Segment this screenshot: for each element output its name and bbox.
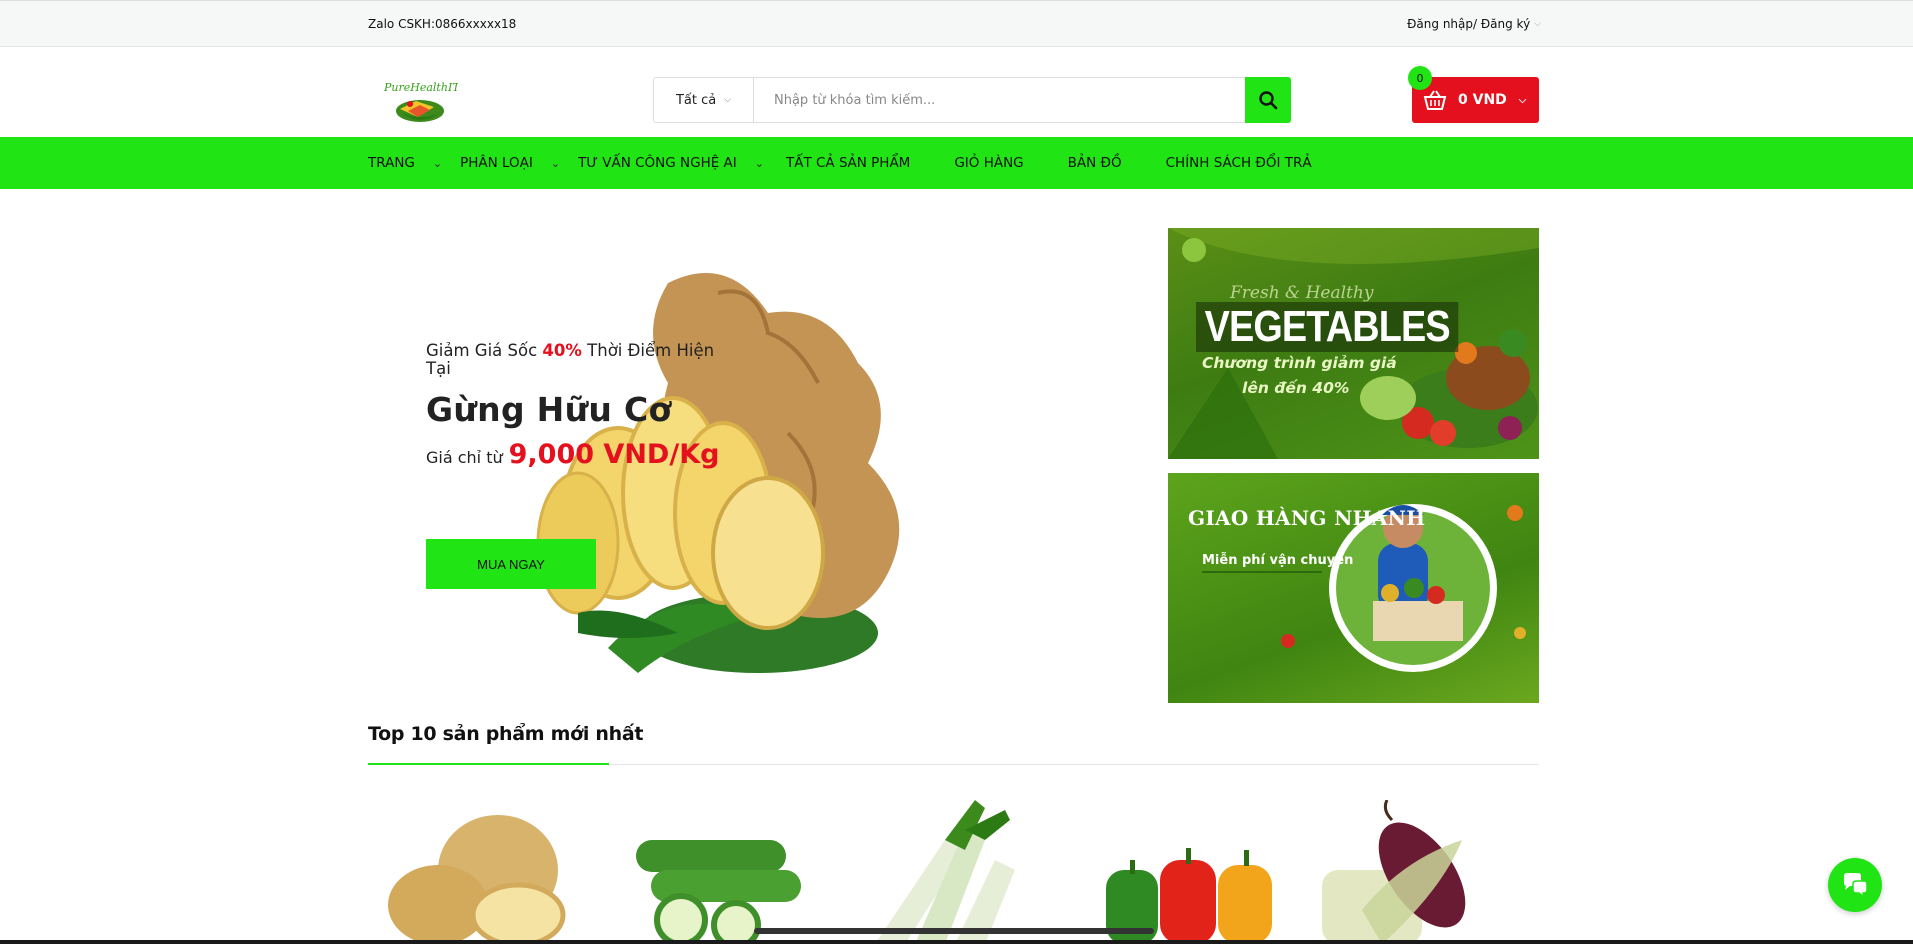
hero-product-name: Gừng Hữu Cơ	[426, 390, 672, 429]
chevron-down-icon: ⌵	[724, 95, 732, 105]
nav-item-label: TRANG	[368, 155, 415, 171]
nav-item-return-policy[interactable]: CHÍNH SÁCH ĐỔI TRẢ	[1166, 155, 1312, 171]
search-category-label: Tất cả	[675, 92, 717, 108]
hero-price-label: Giá chỉ từ	[426, 448, 503, 467]
hero-price-row: Giá chỉ từ 9,000 VND/Kg	[426, 439, 726, 470]
chevron-down-icon: ⌄	[550, 156, 561, 170]
chevron-down-icon: ⌵	[1534, 19, 1541, 29]
buy-now-button[interactable]: MUA NGAY	[426, 539, 596, 589]
nav-item-tu-van-ai[interactable]: TƯ VẤN CÔNG NGHỆ AI ⌄	[578, 155, 786, 171]
section-title: Top 10 sản phẩm mới nhất	[368, 723, 644, 745]
horizontal-scrollbar[interactable]	[754, 928, 1154, 934]
nav-item-cart[interactable]: GIỎ HÀNG	[954, 155, 1023, 171]
hero-price: 9,000 VND/Kg	[508, 439, 720, 470]
nav-item-label: BẢN ĐỒ	[1067, 155, 1122, 171]
header: PureHealthIT Tất cả ⌵ 0 VND ⌵	[0, 47, 1913, 137]
purple-corn-image	[1322, 800, 1466, 944]
search-icon	[1259, 91, 1278, 110]
cart-count-badge: 0	[1408, 66, 1432, 90]
potato-image	[388, 815, 566, 944]
nav-item-label: PHÂN LOẠI	[460, 155, 533, 171]
vegetables-tagline: Fresh & Healthy	[1230, 283, 1374, 303]
delivery-title: GIAO HÀNG NHANH	[1188, 506, 1426, 530]
vegetables-line2: lên đến 40%	[1242, 379, 1350, 397]
section-divider-accent	[368, 763, 609, 765]
chevron-down-icon: ⌵	[1518, 94, 1527, 106]
delivery-underline	[1202, 571, 1322, 573]
bottom-edge	[0, 940, 1913, 944]
product-card-leek[interactable]	[855, 800, 1050, 944]
nav-item-label: TƯ VẤN CÔNG NGHỆ AI	[578, 155, 737, 171]
product-card-bell-pepper[interactable]	[1100, 800, 1280, 944]
chat-button[interactable]	[1828, 858, 1882, 912]
search-input[interactable]	[754, 78, 1245, 122]
product-card-potato[interactable]	[378, 800, 584, 944]
ginger-image	[536, 273, 900, 673]
search-category-select[interactable]: Tất cả ⌵	[654, 78, 754, 122]
bell-pepper-image	[1106, 848, 1272, 944]
main-nav: TRANG ⌄ PHÂN LOẠI ⌄ TƯ VẤN CÔNG NGHỆ AI …	[0, 137, 1913, 189]
chat-bubble-icon	[1844, 873, 1868, 899]
basket-icon	[1423, 90, 1447, 110]
vegetables-promo-banner[interactable]: Fresh & Healthy VEGETABLES Chương trình …	[1168, 228, 1539, 459]
nav-item-all-products[interactable]: TẤT CẢ SẢN PHẨM	[786, 155, 910, 171]
hero-promo-prefix: Giảm Giá Sốc	[426, 341, 543, 360]
nav-item-label: CHÍNH SÁCH ĐỔI TRẢ	[1165, 155, 1312, 171]
site-logo[interactable]: PureHealthIT	[380, 77, 461, 127]
chevron-down-icon: ⌄	[754, 156, 764, 170]
product-card-cucumber[interactable]	[626, 800, 806, 944]
top-bar: Zalo CSKH:0866xxxxx18 Đăng nhập/ Đăng ký…	[0, 0, 1913, 47]
hero-promo-percent: 40%	[542, 341, 582, 360]
leek-image	[875, 800, 1015, 944]
product-card-purple-corn[interactable]	[1322, 800, 1502, 944]
chevron-down-icon: ⌄	[432, 156, 443, 170]
hotline-text: Zalo CSKH:0866xxxxx18	[368, 17, 517, 31]
vegetables-title: VEGETABLES	[1196, 302, 1459, 352]
logo-text: PureHealthIT	[383, 81, 458, 94]
hero-promo: Giảm Giá Sốc 40% Thời Điểm Hiện Tại	[426, 342, 726, 378]
hero-text: Giảm Giá Sốc 40% Thời Điểm Hiện Tại Gừng…	[426, 342, 726, 471]
nav-item-trang[interactable]: TRANG ⌄	[368, 155, 460, 171]
vegetables-line1: Chương trình giảm giá	[1202, 354, 1397, 372]
cart-total: 0 VND	[1458, 92, 1507, 108]
nav-item-phan-loai[interactable]: PHÂN LOẠI ⌄	[460, 155, 578, 171]
nav-item-map[interactable]: BẢN ĐỒ	[1068, 155, 1122, 171]
nav-item-label: GIỎ HÀNG	[954, 155, 1024, 171]
cucumber-image	[636, 840, 801, 944]
delivery-subtitle: Miễn phí vận chuyển	[1202, 553, 1354, 568]
fast-delivery-banner[interactable]: GIAO HÀNG NHANH Miễn phí vận chuyển	[1168, 473, 1539, 703]
login-register-link[interactable]: Đăng nhập/ Đăng ký ⌵	[1407, 17, 1541, 31]
login-register-label: Đăng nhập/ Đăng ký	[1407, 17, 1531, 31]
search-button[interactable]	[1245, 77, 1291, 123]
nav-item-label: TẤT CẢ SẢN PHẨM	[785, 155, 911, 171]
cart-button[interactable]: 0 VND ⌵	[1412, 77, 1539, 123]
hero-slider[interactable]: Giảm Giá Sốc 40% Thời Điểm Hiện Tại Gừng…	[368, 228, 1028, 703]
search-bar: Tất cả ⌵	[653, 77, 1291, 123]
